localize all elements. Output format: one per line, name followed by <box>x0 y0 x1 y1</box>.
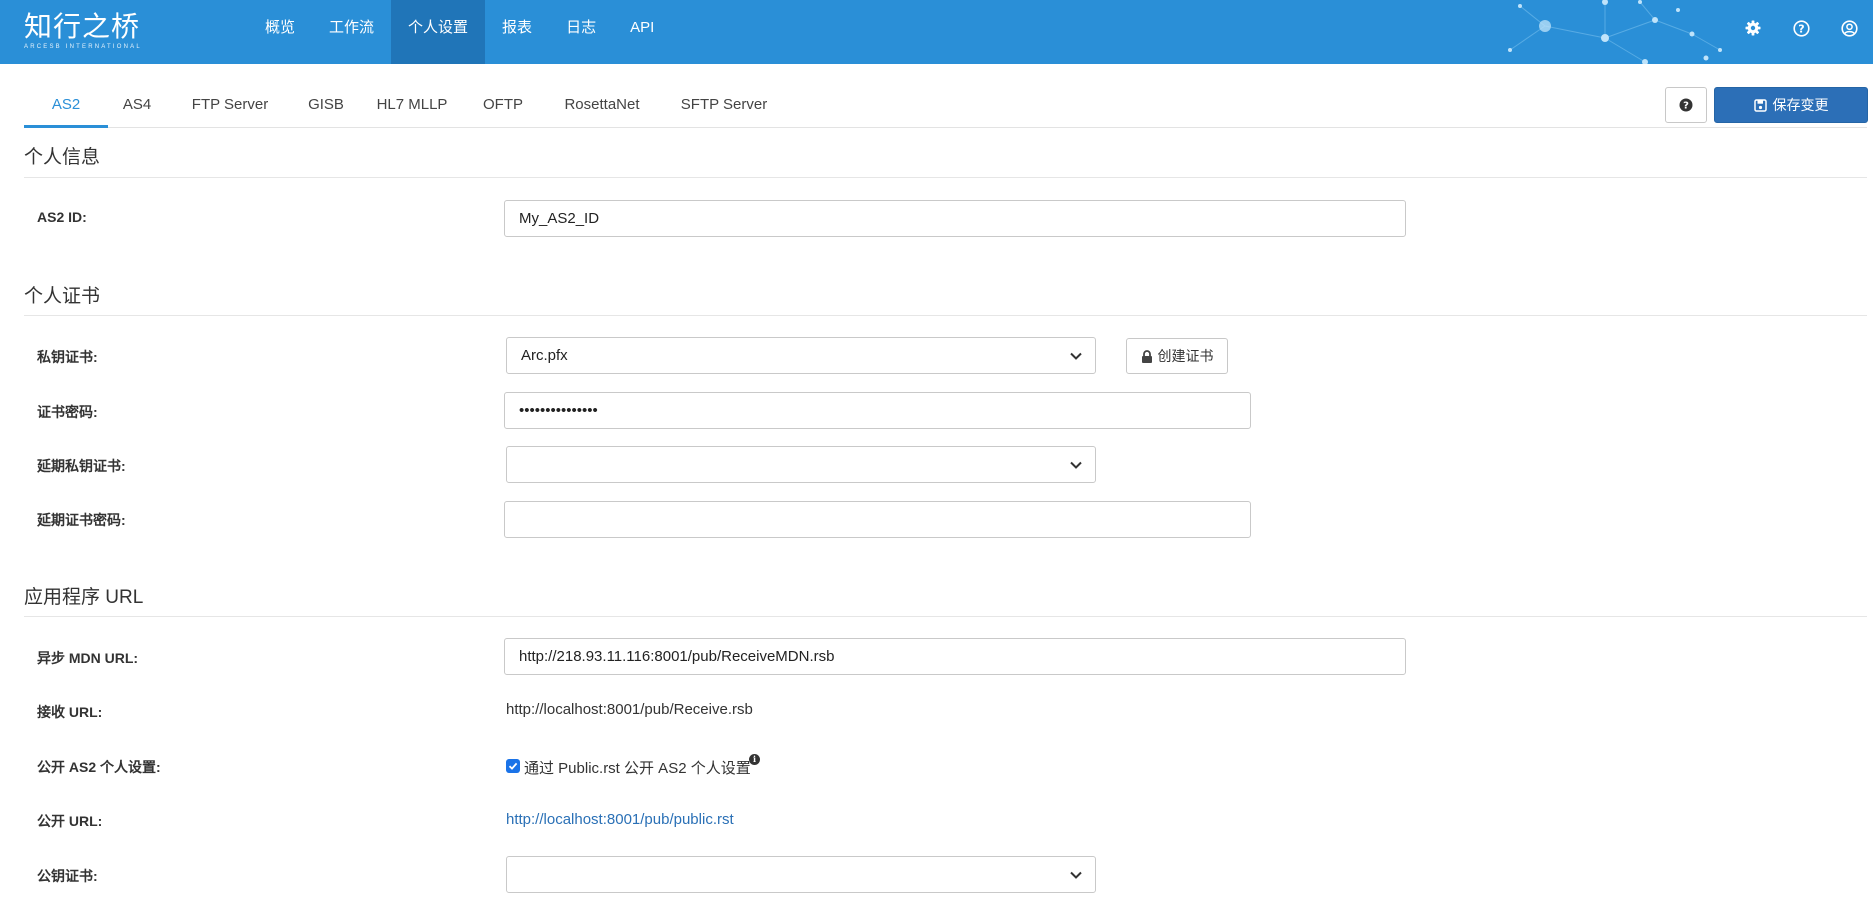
create-cert-label: 创建证书 <box>1157 348 1214 364</box>
gear-icon <box>1745 20 1761 36</box>
async-mdn-url-input[interactable] <box>504 638 1406 675</box>
tab-as4[interactable]: AS4 <box>108 84 166 128</box>
top-navbar: 知行之桥 ARCESB INTERNATIONAL 概览 工作流 个人设置 报表… <box>0 0 1873 64</box>
private-cert-label: 私钥证书: <box>37 349 98 365</box>
public-profile-label: 公开 AS2 个人设置: <box>37 759 161 775</box>
help-button[interactable]: ? <box>1665 87 1707 123</box>
help-button-top[interactable]: ? <box>1777 0 1825 56</box>
chevron-down-icon <box>1070 871 1082 879</box>
cert-password-label: 证书密码: <box>37 404 98 420</box>
private-cert-select-value: Arc.pfx <box>521 347 568 364</box>
tab-as2[interactable]: AS2 <box>24 84 108 128</box>
public-profile-checkbox[interactable] <box>506 759 520 773</box>
create-cert-button[interactable]: 创建证书 <box>1126 338 1228 374</box>
tab-ftp-server[interactable]: FTP Server <box>166 84 294 128</box>
main-nav: 概览 工作流 个人设置 报表 日志 API <box>248 0 671 64</box>
lock-icon <box>1141 349 1152 363</box>
question-circle-icon: ? <box>1679 98 1693 112</box>
floppy-disk-icon <box>1753 98 1767 112</box>
question-circle-icon: ? <box>1792 19 1810 37</box>
user-circle-icon <box>1840 19 1858 37</box>
user-menu-button[interactable] <box>1825 0 1873 56</box>
checkmark-icon <box>508 762 518 770</box>
save-button-label: 保存变更 <box>1772 97 1829 113</box>
tab-rosettanet[interactable]: RosettaNet <box>540 84 664 128</box>
receive-url-value: http://localhost:8001/pub/Receive.rsb <box>506 701 753 718</box>
as2-id-input[interactable] <box>504 200 1406 237</box>
deferred-cert-select[interactable] <box>506 446 1096 483</box>
section-divider <box>24 616 1867 617</box>
as2-id-label: AS2 ID: <box>37 209 87 225</box>
chevron-down-icon <box>1070 461 1082 469</box>
brand-subtitle: ARCESB INTERNATIONAL <box>24 44 142 50</box>
section-title-app-url: 应用程序 URL <box>24 587 144 608</box>
public-url-label: 公开 URL: <box>37 813 103 829</box>
receive-url-label: 接收 URL: <box>37 704 103 720</box>
info-icon[interactable]: i <box>749 754 760 765</box>
tab-oftp[interactable]: OFTP <box>466 84 540 128</box>
connector-tabs: AS2 AS4 FTP Server GISB HL7 MLLP OFTP Ro… <box>24 84 1867 128</box>
network-decoration <box>1508 0 1722 64</box>
section-title-personal-cert: 个人证书 <box>24 286 101 307</box>
brand-logo[interactable]: 知行之桥 ARCESB INTERNATIONAL <box>24 10 142 51</box>
nav-item-overview[interactable]: 概览 <box>248 0 312 64</box>
cert-password-input[interactable] <box>504 392 1251 429</box>
deferred-cert-label: 延期私钥证书: <box>37 458 126 474</box>
save-button[interactable]: 保存变更 <box>1714 87 1868 123</box>
brand-name: 知行之桥 <box>24 10 141 43</box>
async-mdn-url-label: 异步 MDN URL: <box>37 650 139 666</box>
top-icon-group: ? <box>1729 0 1873 64</box>
section-divider <box>24 315 1867 316</box>
public-cert-label: 公钥证书: <box>37 868 98 884</box>
private-cert-select[interactable]: Arc.pfx <box>506 337 1096 374</box>
public-url-link[interactable]: http://localhost:8001/pub/public.rst <box>506 811 734 828</box>
deferred-password-label: 延期证书密码: <box>37 512 126 528</box>
deferred-password-input[interactable] <box>504 501 1251 538</box>
section-title-personal-info: 个人信息 <box>24 147 101 168</box>
section-divider <box>24 177 1867 178</box>
public-cert-select[interactable] <box>506 856 1096 893</box>
nav-item-workflow[interactable]: 工作流 <box>312 0 391 64</box>
svg-text:?: ? <box>1683 101 1689 112</box>
nav-item-reports[interactable]: 报表 <box>485 0 549 64</box>
chevron-down-icon <box>1070 352 1082 360</box>
nav-item-api[interactable]: API <box>613 0 671 64</box>
settings-button[interactable] <box>1729 0 1777 56</box>
nav-item-profile[interactable]: 个人设置 <box>391 0 486 64</box>
nav-item-logs[interactable]: 日志 <box>549 0 613 64</box>
tab-gisb[interactable]: GISB <box>294 84 358 128</box>
tab-sftp-server[interactable]: SFTP Server <box>664 84 784 128</box>
public-profile-checkbox-label[interactable]: 通过 Public.rst 公开 AS2 个人设置 <box>524 757 751 778</box>
svg-text:?: ? <box>1798 22 1804 35</box>
tab-hl7-mllp[interactable]: HL7 MLLP <box>358 84 466 128</box>
